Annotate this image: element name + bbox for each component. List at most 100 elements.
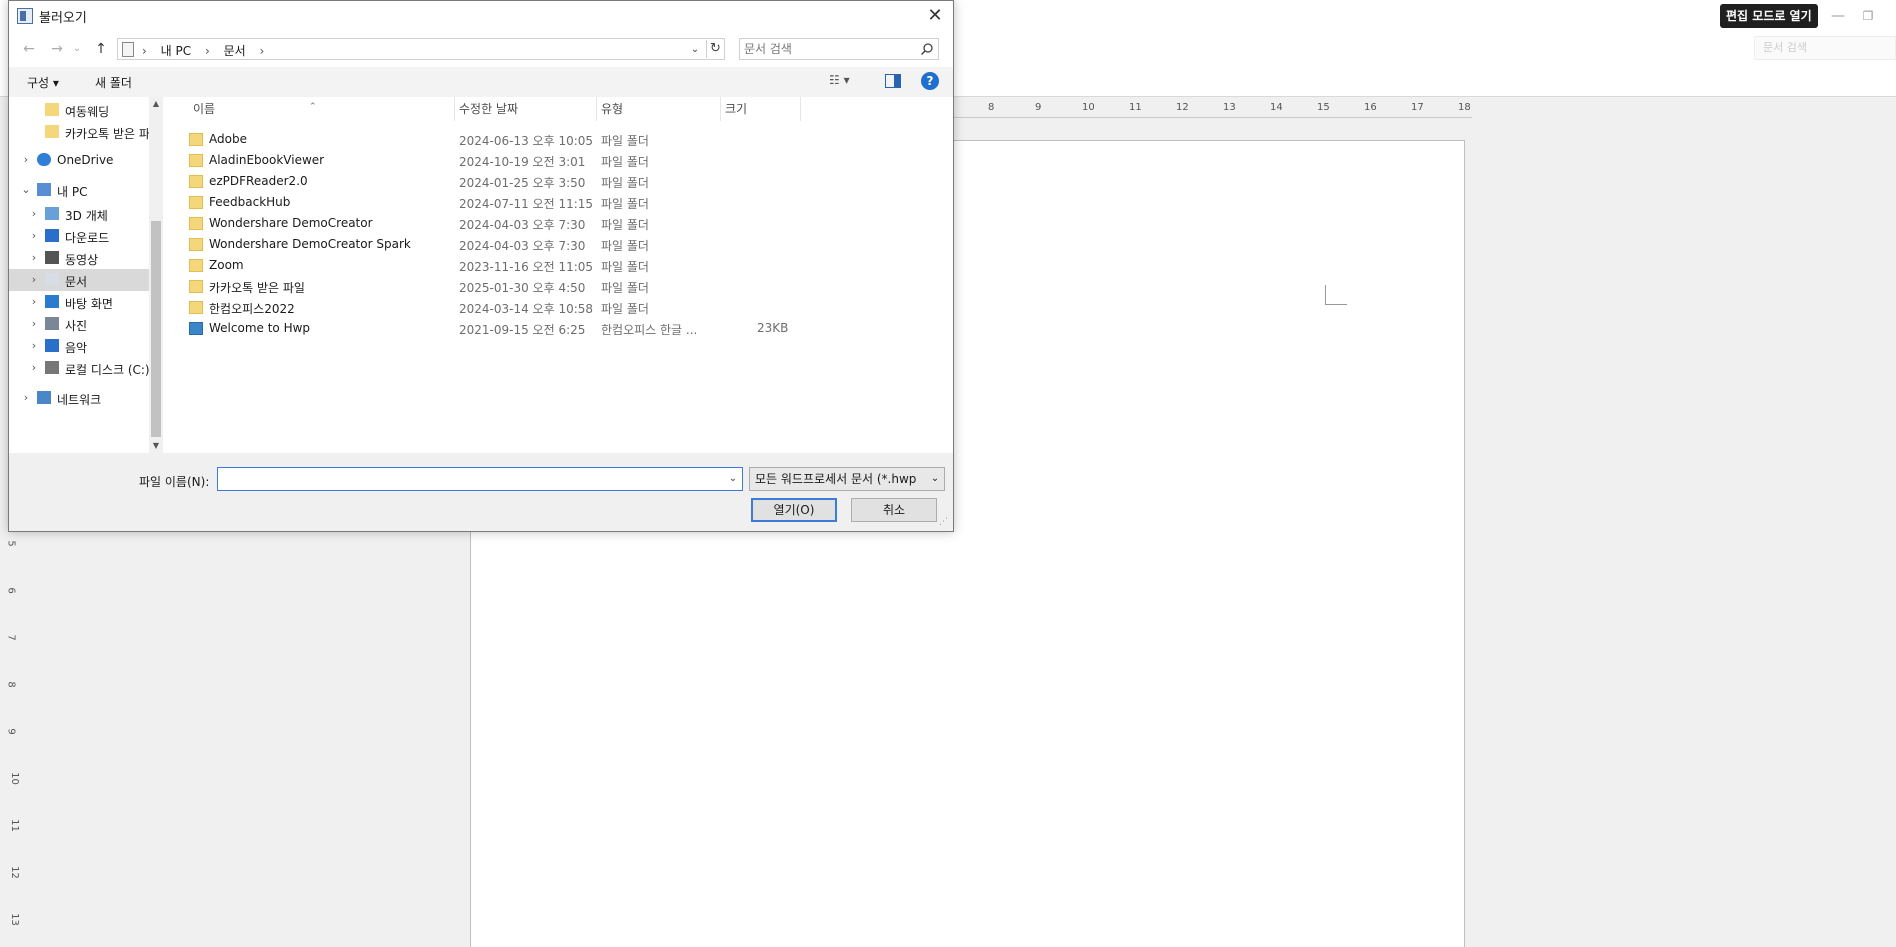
view-options-icon[interactable]: ☷ ▾ bbox=[829, 73, 865, 91]
navigation-scrollbar[interactable]: ▲ ▼ bbox=[149, 97, 163, 453]
refresh-icon[interactable]: ↻ bbox=[706, 40, 724, 58]
file-modified-date: 2024-04-03 오후 7:30 bbox=[459, 239, 586, 253]
scrollbar-thumb[interactable] bbox=[151, 221, 161, 437]
tree-item-label: 로컬 디스크 (C:) bbox=[65, 363, 150, 377]
resize-grip-icon[interactable]: ⋰ bbox=[939, 517, 951, 529]
chevron-right-icon[interactable]: › bbox=[21, 391, 31, 404]
file-type-filter[interactable]: 모든 워드프로세서 문서 (*.hwp ⌄ bbox=[749, 467, 945, 491]
tree-item[interactable]: ⌄ 내 PC bbox=[9, 179, 157, 201]
filename-combobox[interactable]: ⌄ bbox=[217, 467, 743, 491]
filename-input[interactable] bbox=[222, 471, 712, 487]
file-row[interactable]: Welcome to Hwp 2021-09-15 오전 6:25 한컴오피스 한글… bbox=[167, 318, 817, 339]
tree-item[interactable]: › 네트워크 bbox=[9, 387, 157, 409]
ruler-tick-label: 9 bbox=[1035, 102, 1042, 113]
up-arrow-icon[interactable]: ↑ bbox=[91, 39, 111, 59]
close-button[interactable]: ✕ bbox=[919, 1, 951, 31]
dialog-titlebar[interactable]: 불러오기 ✕ bbox=[9, 1, 953, 31]
chevron-right-icon[interactable]: › bbox=[29, 361, 39, 374]
folder-icon bbox=[189, 238, 203, 251]
tree-item[interactable]: › 문서 bbox=[9, 269, 157, 291]
search-icon[interactable] bbox=[920, 42, 934, 56]
dialog-toolbar: 구성 ▾ 새 폴더 ☷ ▾ ? bbox=[9, 67, 953, 97]
recent-locations-icon[interactable]: ⌄ bbox=[71, 39, 83, 59]
tree-item[interactable]: 카카오톡 받은 파 bbox=[9, 121, 157, 143]
file-row[interactable]: 한컴오피스2022 2024-03-14 오후 10:58 파일 폴더 bbox=[167, 297, 817, 318]
tree-item-label: 사진 bbox=[65, 319, 88, 333]
chevron-right-icon[interactable]: › bbox=[29, 317, 39, 330]
search-field[interactable] bbox=[739, 38, 939, 60]
column-header-size[interactable]: 크기 bbox=[721, 97, 801, 121]
chevron-right-icon[interactable]: › bbox=[29, 229, 39, 242]
app-search-input[interactable]: 문서 검색 bbox=[1754, 36, 1896, 60]
breadcrumb: › 내 PC › 문서 › bbox=[142, 42, 274, 59]
file-modified-date: 2024-07-11 오전 11:15 bbox=[459, 197, 594, 211]
tree-item[interactable]: › 동영상 bbox=[9, 247, 157, 269]
tree-item[interactable]: › OneDrive bbox=[9, 149, 157, 171]
ruler-tick-label: 10 bbox=[1082, 102, 1095, 113]
tree-item-label: 내 PC bbox=[57, 185, 88, 199]
breadcrumb-item-documents[interactable]: 문서 bbox=[224, 44, 246, 58]
chevron-right-icon[interactable]: › bbox=[29, 251, 39, 264]
ruler-tick-label: 15 bbox=[1317, 102, 1330, 113]
address-dropdown-icon[interactable]: ⌄ bbox=[688, 41, 702, 59]
ruler-tick-label: 12 bbox=[1176, 102, 1189, 113]
chevron-right-icon[interactable]: › bbox=[29, 295, 39, 308]
file-row[interactable]: 카카오톡 받은 파일 2025-01-30 오후 4:50 파일 폴더 bbox=[167, 276, 817, 297]
cloud-icon bbox=[37, 153, 51, 166]
file-row[interactable]: Wondershare DemoCreator 2024-04-03 오후 7:3… bbox=[167, 213, 817, 234]
tree-item[interactable]: › 다운로드 bbox=[9, 225, 157, 247]
chevron-right-icon[interactable]: › bbox=[29, 207, 39, 220]
dialog-title: 불러오기 bbox=[39, 11, 87, 26]
open-button[interactable]: 열기(O) bbox=[751, 498, 837, 522]
filename-dropdown-icon[interactable]: ⌄ bbox=[726, 471, 740, 487]
column-header-name[interactable]: 이름 ⌃ bbox=[167, 97, 455, 121]
file-row[interactable]: AladinEbookViewer 2024-10-19 오전 3:01 파일 폴더 bbox=[167, 150, 817, 171]
file-name: Adobe bbox=[209, 132, 247, 146]
chevron-right-icon[interactable]: › bbox=[29, 339, 39, 352]
forward-arrow-icon[interactable]: → bbox=[47, 39, 67, 59]
chevron-right-icon[interactable]: › bbox=[21, 153, 31, 166]
preview-pane-icon[interactable] bbox=[885, 74, 901, 88]
folder-icon bbox=[189, 196, 203, 209]
chevron-right-icon[interactable]: › bbox=[29, 273, 39, 286]
folder-icon bbox=[189, 154, 203, 167]
chevron-down-icon[interactable]: ⌄ bbox=[21, 183, 31, 196]
ruler-tick-label: 6 bbox=[5, 587, 17, 594]
file-row[interactable]: Wondershare DemoCreator Spark 2024-04-03 … bbox=[167, 234, 817, 255]
disk-icon bbox=[45, 361, 59, 374]
file-modified-date: 2025-01-30 오후 4:50 bbox=[459, 281, 586, 295]
file-row[interactable]: ezPDFReader2.0 2024-01-25 오후 3:50 파일 폴더 bbox=[167, 171, 817, 192]
edit-mode-button[interactable]: 편집 모드로 열기 bbox=[1720, 4, 1818, 28]
restore-icon[interactable]: ❐ bbox=[1858, 6, 1878, 26]
column-header-type[interactable]: 유형 bbox=[597, 97, 721, 121]
search-input[interactable] bbox=[744, 41, 914, 57]
tree-item-label: 바탕 화면 bbox=[65, 297, 113, 311]
tree-item[interactable]: › 사진 bbox=[9, 313, 157, 335]
minimize-icon[interactable]: — bbox=[1828, 6, 1848, 26]
filename-label: 파일 이름(N): bbox=[139, 475, 210, 489]
cube-icon bbox=[45, 207, 59, 220]
video-icon bbox=[45, 251, 59, 264]
column-header-date[interactable]: 수정한 날짜 bbox=[455, 97, 597, 121]
cancel-button[interactable]: 취소 bbox=[851, 498, 937, 522]
back-arrow-icon[interactable]: ← bbox=[19, 39, 39, 59]
scroll-down-icon[interactable]: ▼ bbox=[149, 439, 163, 453]
scroll-up-icon[interactable]: ▲ bbox=[149, 97, 163, 111]
tree-item[interactable]: › 바탕 화면 bbox=[9, 291, 157, 313]
tree-item[interactable]: › 음악 bbox=[9, 335, 157, 357]
breadcrumb-item-pc[interactable]: 내 PC bbox=[161, 44, 191, 58]
file-row[interactable]: Adobe 2024-06-13 오후 10:05 파일 폴더 bbox=[167, 129, 817, 150]
tree-item[interactable]: › 3D 개체 bbox=[9, 203, 157, 225]
file-row[interactable]: Zoom 2023-11-16 오전 11:05 파일 폴더 bbox=[167, 255, 817, 276]
tree-item[interactable]: 여동웨딩 bbox=[9, 99, 157, 121]
ruler-tick-label: 14 bbox=[1270, 102, 1283, 113]
help-icon[interactable]: ? bbox=[921, 72, 939, 90]
file-row[interactable]: FeedbackHub 2024-07-11 오전 11:15 파일 폴더 bbox=[167, 192, 817, 213]
new-folder-button[interactable]: 새 폴더 bbox=[95, 74, 132, 91]
file-modified-date: 2021-09-15 오전 6:25 bbox=[459, 323, 586, 337]
address-bar[interactable]: › 내 PC › 문서 › ⌄ ↻ bbox=[117, 38, 725, 60]
column-headers: 이름 ⌃ 수정한 날짜 유형 크기 bbox=[167, 97, 953, 121]
tree-item[interactable]: › 로컬 디스크 (C:) bbox=[9, 357, 157, 379]
tree-item-label: 동영상 bbox=[65, 253, 99, 267]
organize-button[interactable]: 구성 ▾ bbox=[27, 74, 59, 91]
